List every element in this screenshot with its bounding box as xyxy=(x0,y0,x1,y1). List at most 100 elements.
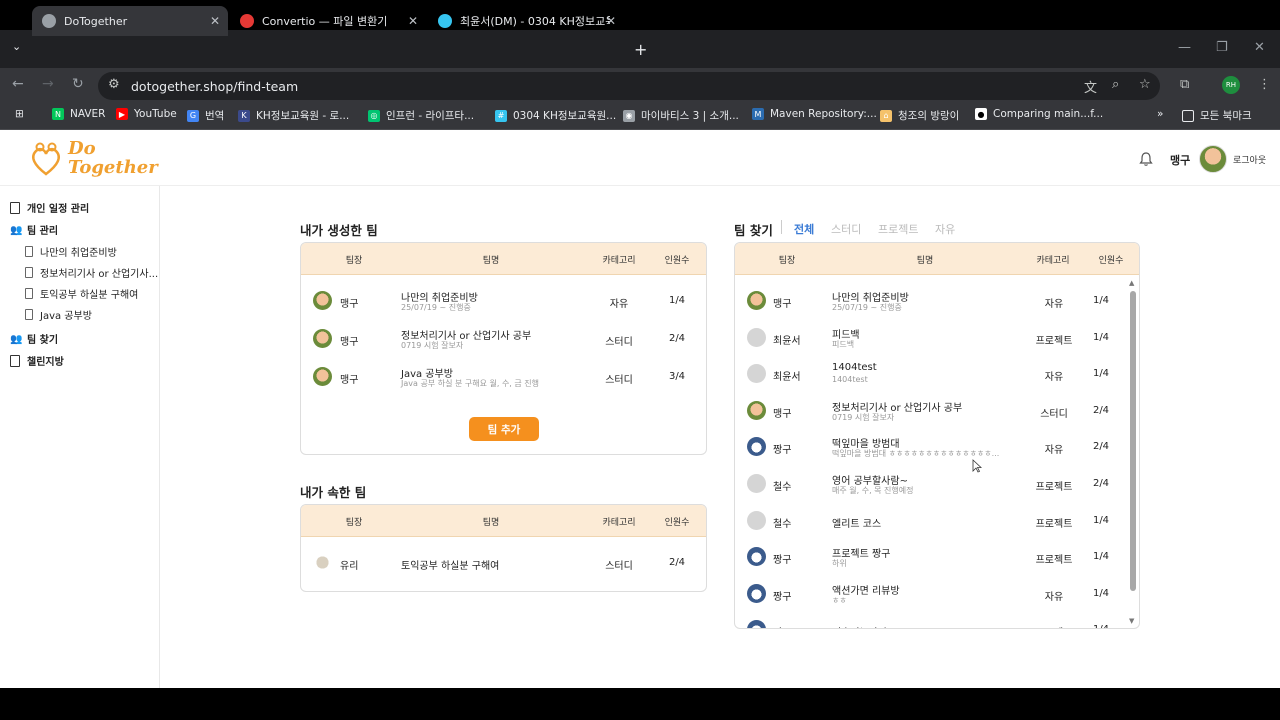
team-icon: 👥 xyxy=(10,333,23,345)
bookmark-label: 마이바티스 3 | 소개... xyxy=(641,110,739,122)
tab-dotogether[interactable]: DoTogether ✕ xyxy=(32,6,228,36)
column-category: 카테고리 xyxy=(1036,256,1070,266)
bookmark-favicon-icon: K xyxy=(238,109,250,122)
table-row[interactable]: 짱구 프로젝트 짱구 하위 프로젝트 1/4 xyxy=(735,539,1139,575)
bookmark-item[interactable]: G 번역 xyxy=(187,108,224,123)
column-members: 인원수 xyxy=(1098,256,1124,266)
table-row[interactable]: 맹구 Java 공부방 Java 공부 하실 분 구해요 월, 수, 금 진행 스터디… xyxy=(301,359,706,395)
leader-avatar xyxy=(747,510,766,530)
tab-title: 최윤서(DM) - 0304 KH정보교육 xyxy=(460,15,610,28)
sidebar-item-find-team[interactable]: 👥 팀 찾기 xyxy=(10,331,58,347)
maximize-icon[interactable]: ❐ xyxy=(1216,40,1228,55)
bookmark-label: 0304 KH정보교육원... xyxy=(513,110,617,122)
logout-button[interactable]: 로그아웃 xyxy=(1233,153,1266,166)
more-menu-icon[interactable]: ⋮ xyxy=(1258,77,1271,92)
bookmark-item[interactable]: ⌂ 청조의 방랑이 xyxy=(880,108,959,123)
profile-avatar[interactable]: RH xyxy=(1222,76,1240,94)
bookmark-label: Comparing main...f... xyxy=(993,108,1104,120)
table-row[interactable]: 맹구 정보처리기사 or 산업기사 공부 0719 시험 잘보자 스터디 2/4 xyxy=(301,321,706,357)
table-row[interactable]: 유리 토익공부 하실분 구해여 스터디 2/4 xyxy=(301,545,706,581)
tab-search-icon[interactable]: ⌄ xyxy=(12,40,21,53)
leader-name: 맹구 xyxy=(340,299,359,310)
sidebar-team-item[interactable]: 정보처리기사 or 산업기사... xyxy=(25,265,158,280)
site-info-icon[interactable]: ⚙ xyxy=(108,77,120,92)
bookmark-star-icon[interactable]: ☆ xyxy=(1139,77,1151,92)
table-row[interactable]: 맹구 정보처리기사 or 산업기사 공부 0719 시험 잘보자 스터디 2/4 xyxy=(735,393,1139,429)
user-avatar[interactable] xyxy=(1199,145,1227,173)
bookmark-item[interactable]: K KH정보교육원 - 로... xyxy=(238,108,349,123)
leader-name: 짱구 xyxy=(773,555,792,567)
bell-icon[interactable] xyxy=(1138,151,1154,167)
bookmark-item[interactable]: M Maven Repository:... xyxy=(752,108,877,120)
sidebar-item-team-manage[interactable]: 👥 팀 관리 xyxy=(10,222,59,238)
extensions-icon[interactable]: ⧉ xyxy=(1180,77,1189,92)
forward-icon[interactable]: → xyxy=(42,76,54,92)
table-row[interactable]: 철수 엘리트 코스 프로젝트 1/4 xyxy=(735,503,1139,539)
filter-all[interactable]: 전체 xyxy=(794,221,814,237)
bookmark-item[interactable]: #0304 KH정보교육원... xyxy=(495,108,616,123)
close-tab-icon[interactable]: ✕ xyxy=(408,14,418,28)
team-description: 1404test xyxy=(832,375,868,385)
filter-study[interactable]: 스터디 xyxy=(831,221,861,237)
sidebar-team-item[interactable]: 토익공부 하실분 구해여 xyxy=(25,286,138,301)
bookmark-item[interactable]: N NAVER xyxy=(52,108,105,120)
member-count: 1/4 xyxy=(1093,624,1109,628)
tab-slack[interactable]: 최윤서(DM) - 0304 KH정보교육 ✕ xyxy=(428,6,624,36)
bookmark-label: 인프런 - 라이프타... xyxy=(386,110,475,122)
zoom-icon[interactable]: ⌕ xyxy=(1112,77,1119,92)
logo-line-2: Together xyxy=(68,157,158,178)
new-tab-button[interactable]: + xyxy=(634,40,647,59)
table-header: 팀장 팀명 카테고리 인원수 xyxy=(735,243,1139,275)
sidebar-team-item[interactable]: Java 공부방 xyxy=(25,307,92,322)
sidebar-item-label: 나만의 취업준비방 xyxy=(40,248,117,259)
document-icon xyxy=(25,246,33,257)
my-joined-title: 내가 속한 팀 xyxy=(300,485,367,500)
sidebar-item-label: 팀 관리 xyxy=(27,226,59,237)
sidebar-item-schedule[interactable]: 개인 일정 관리 xyxy=(10,200,89,215)
translate-icon[interactable]: 文 xyxy=(1084,77,1097,96)
add-team-button[interactable]: 팀 추가 xyxy=(469,417,539,441)
sidebar-item-challenge[interactable]: 챌린지방 xyxy=(10,353,64,368)
apps-icon[interactable]: ⊞ xyxy=(15,108,24,120)
leader-name: 철수 xyxy=(773,482,792,493)
reload-icon[interactable]: ↻ xyxy=(72,76,84,92)
column-leader: 팀장 xyxy=(345,518,363,528)
bookmark-item[interactable]: ◉ 마이바티스 3 | 소개... xyxy=(623,108,739,123)
column-name: 팀명 xyxy=(482,256,500,266)
tab-convertio[interactable]: Convertio — 파일 변환기 ✕ xyxy=(230,6,426,36)
bookmark-item[interactable]: ◎ 인프런 - 라이프타... xyxy=(368,108,474,123)
bookmark-item[interactable]: ▶ YouTube xyxy=(116,108,177,120)
leader-avatar xyxy=(747,474,766,493)
leader-name: 짱구 xyxy=(773,445,792,457)
logo-text[interactable]: Do Together xyxy=(68,139,158,177)
table-row[interactable]: 철수 영어 공부할사람~ 매주 월, 수, 목 진행예정 프로젝트 2/4 xyxy=(735,466,1139,502)
table-row[interactable]: 맹구 나만의 취업준비방 25/07/19 ~ 진행중 자유 1/4 xyxy=(735,283,1139,319)
table-row[interactable]: 짱구 떡잎마을 방범대 떡잎마을 방범대 ㅎㅎㅎㅎㅎㅎㅎㅎㅎㅎㅎㅎㅎㅎ... 자유 2/… xyxy=(735,429,1139,465)
logo-icon[interactable] xyxy=(28,141,64,177)
table-row[interactable]: 맹구 나만의 취업준비방 25/07/19 ~ 진행중 자유 1/4 xyxy=(301,283,706,319)
member-count: 2/4 xyxy=(668,333,686,344)
filter-project[interactable]: 프로젝트 xyxy=(878,221,918,237)
leader-name: 맹구 xyxy=(773,408,792,420)
team-category: 프로젝트 xyxy=(1036,624,1073,628)
minimize-icon[interactable]: — xyxy=(1178,40,1191,55)
close-tab-icon[interactable]: ✕ xyxy=(210,14,220,28)
table-row[interactable]: 최윤서 1404test 1404test 자유 1/4 xyxy=(735,356,1139,392)
leader-avatar xyxy=(747,437,766,457)
leader-avatar xyxy=(313,329,332,348)
table-row[interactable]: 짱구 액션가면 리뷰방 ㅎㅎ 자유 1/4 xyxy=(735,576,1139,612)
divider xyxy=(781,220,782,234)
bookmark-item[interactable]: ● Comparing main...f... xyxy=(975,108,1103,120)
user-name[interactable]: 맹구 xyxy=(1170,152,1190,168)
column-leader: 팀장 xyxy=(778,256,796,266)
url-text[interactable]: dotogether.shop/find-team xyxy=(131,79,298,94)
back-icon[interactable]: ← xyxy=(12,76,24,92)
all-bookmarks[interactable]: 모든 북마크 xyxy=(1182,108,1252,123)
filter-free[interactable]: 자유 xyxy=(935,221,955,237)
table-row[interactable]: 짱구 이슬이누나만 프로젝트 1/4 xyxy=(735,612,1139,628)
table-row[interactable]: 최윤서 피드백 피드백 프로젝트 1/4 xyxy=(735,320,1139,356)
close-tab-icon[interactable]: ✕ xyxy=(606,14,616,28)
bookmarks-overflow-icon[interactable]: » xyxy=(1157,108,1163,120)
close-window-icon[interactable]: ✕ xyxy=(1254,40,1265,55)
sidebar-team-item[interactable]: 나만의 취업준비방 xyxy=(25,244,117,259)
